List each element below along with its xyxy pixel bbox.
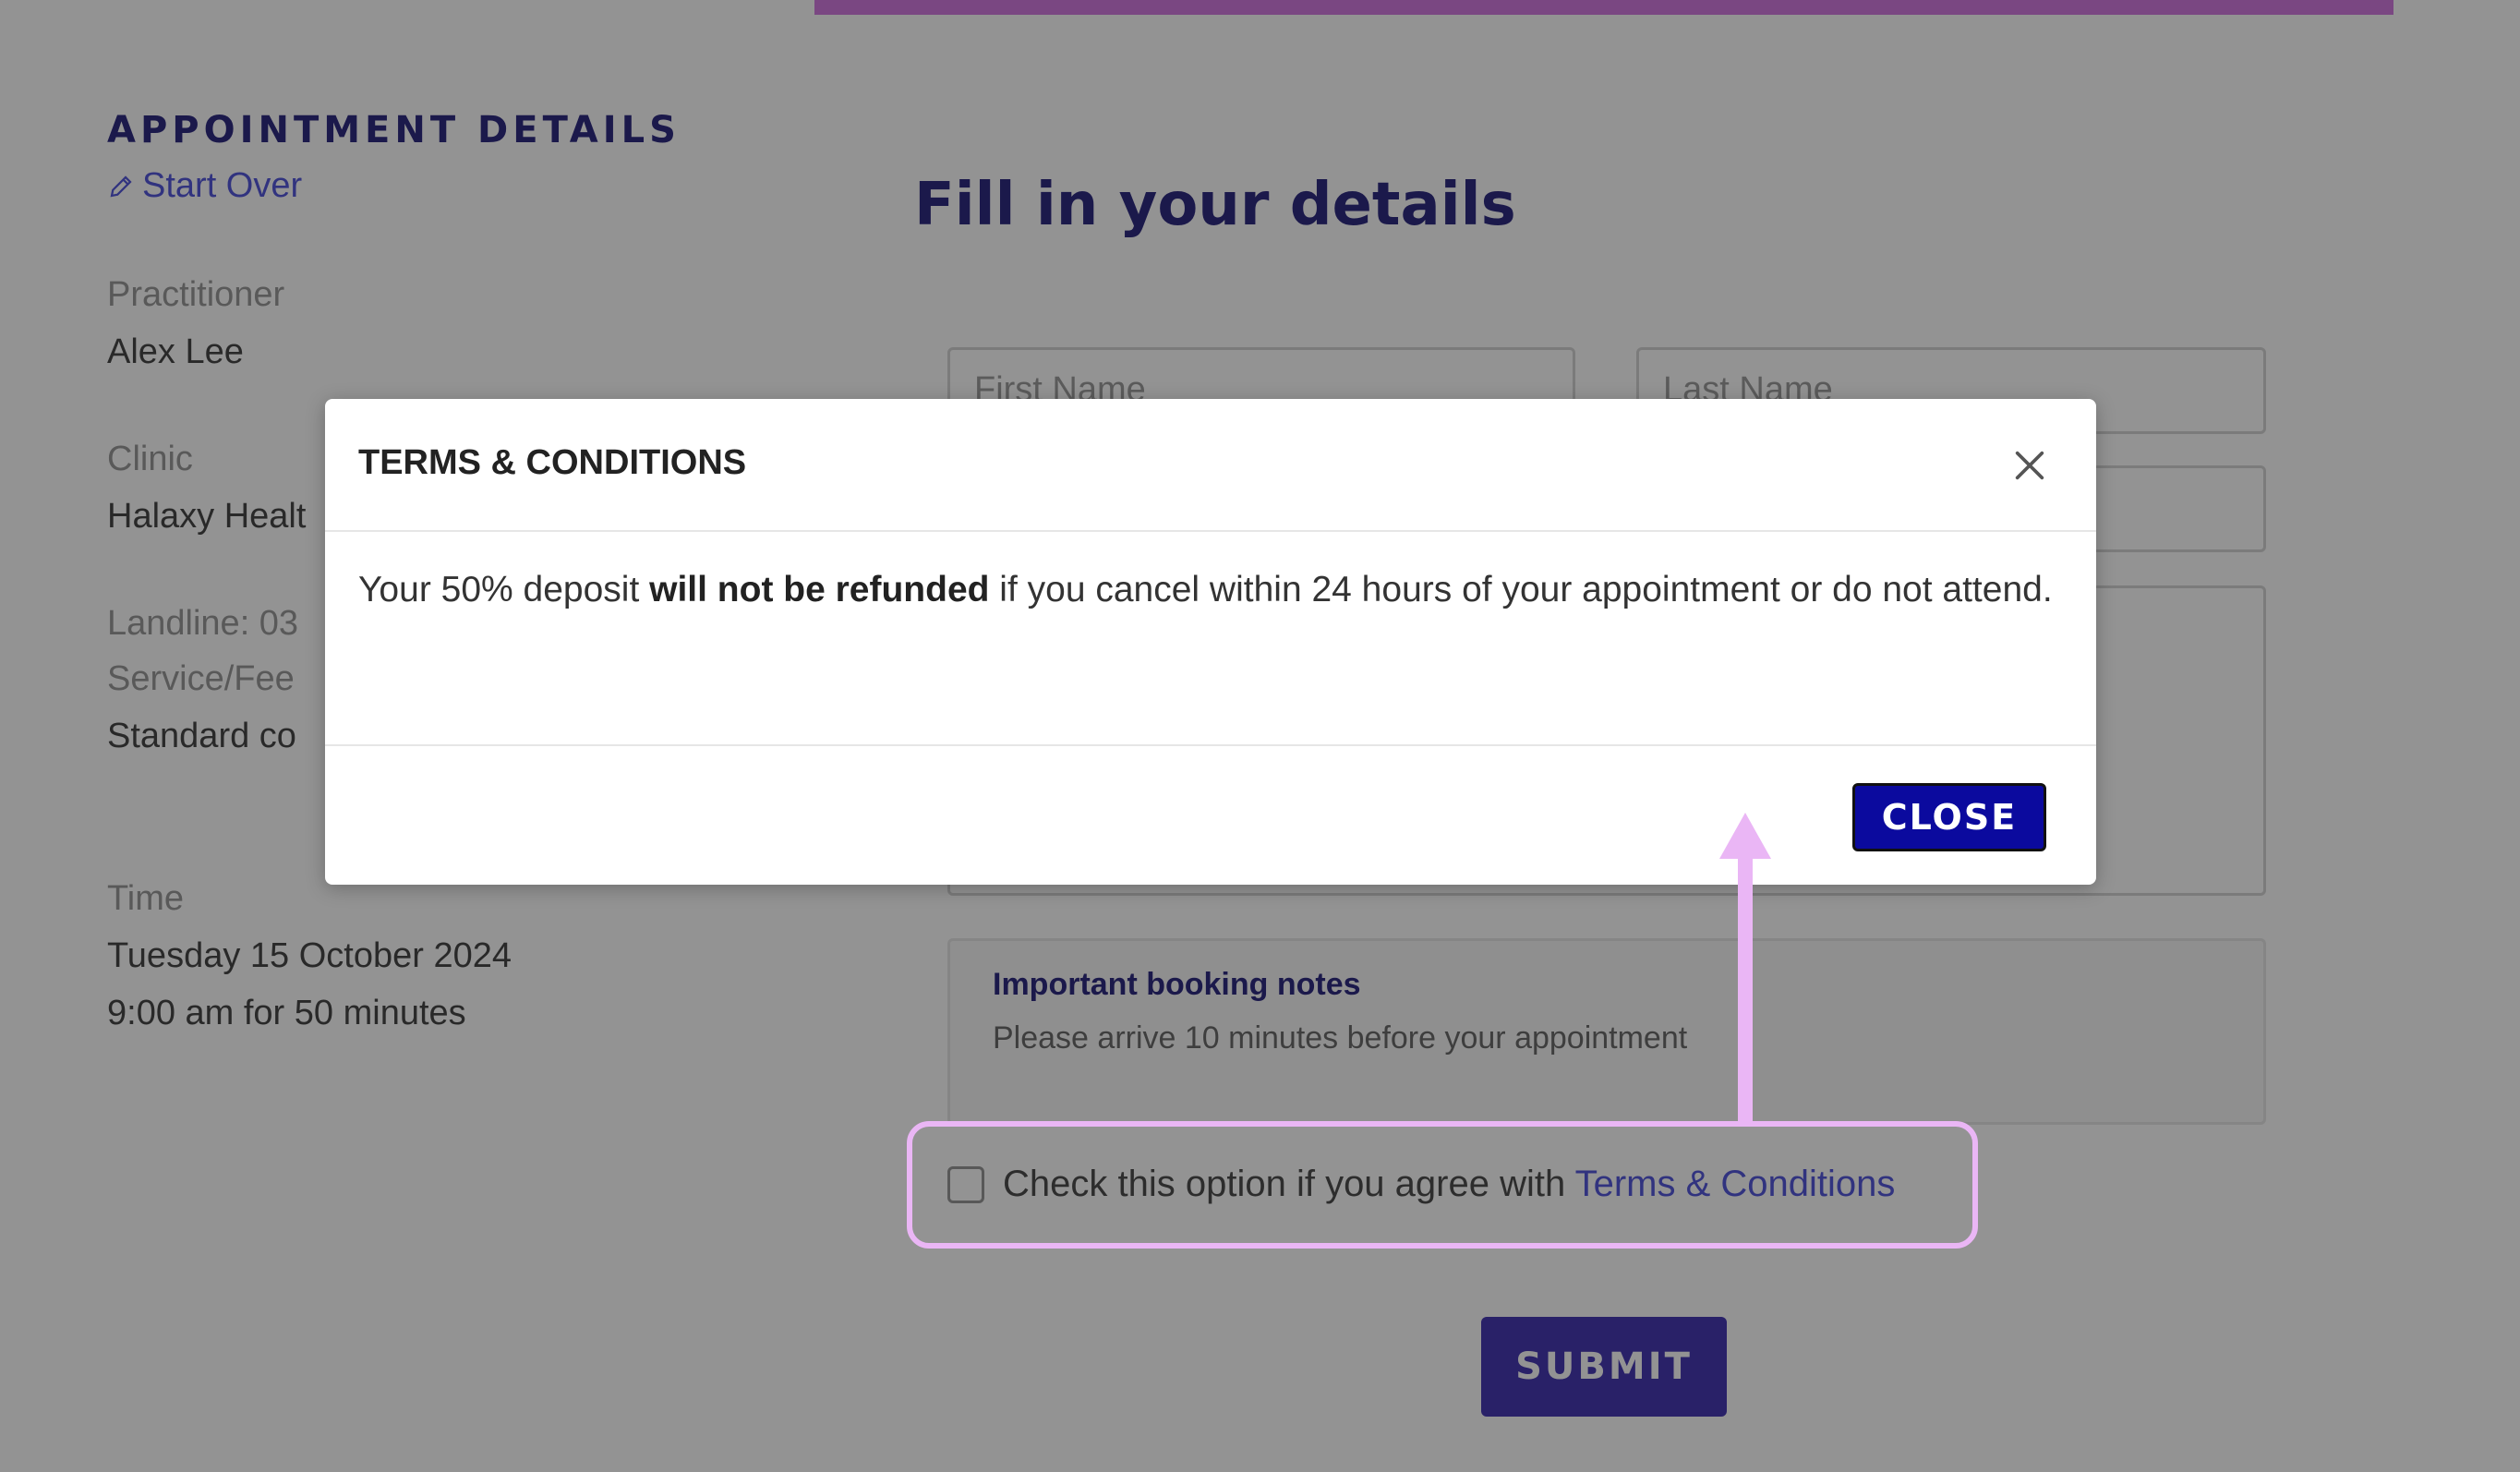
close-button[interactable]: CLOSE [1852,783,2046,851]
modal-title: TERMS & CONDITIONS [358,443,747,482]
annotation-highlight-box [907,1121,1978,1249]
modal-body: Your 50% deposit will not be refunded if… [358,561,2057,619]
modal-footer-divider [325,744,2096,746]
modal-header: TERMS & CONDITIONS [325,399,2096,532]
annotation-arrow-icon [1719,813,1771,1127]
modal-body-emphasis: will not be refunded [649,570,990,609]
terms-modal: TERMS & CONDITIONS Your 50% deposit will… [325,399,2096,885]
modal-body-text: Your 50% deposit [358,570,650,609]
modal-body-text-end: if you cancel within 24 hours of your ap… [989,570,2053,609]
close-icon[interactable] [2011,447,2048,484]
